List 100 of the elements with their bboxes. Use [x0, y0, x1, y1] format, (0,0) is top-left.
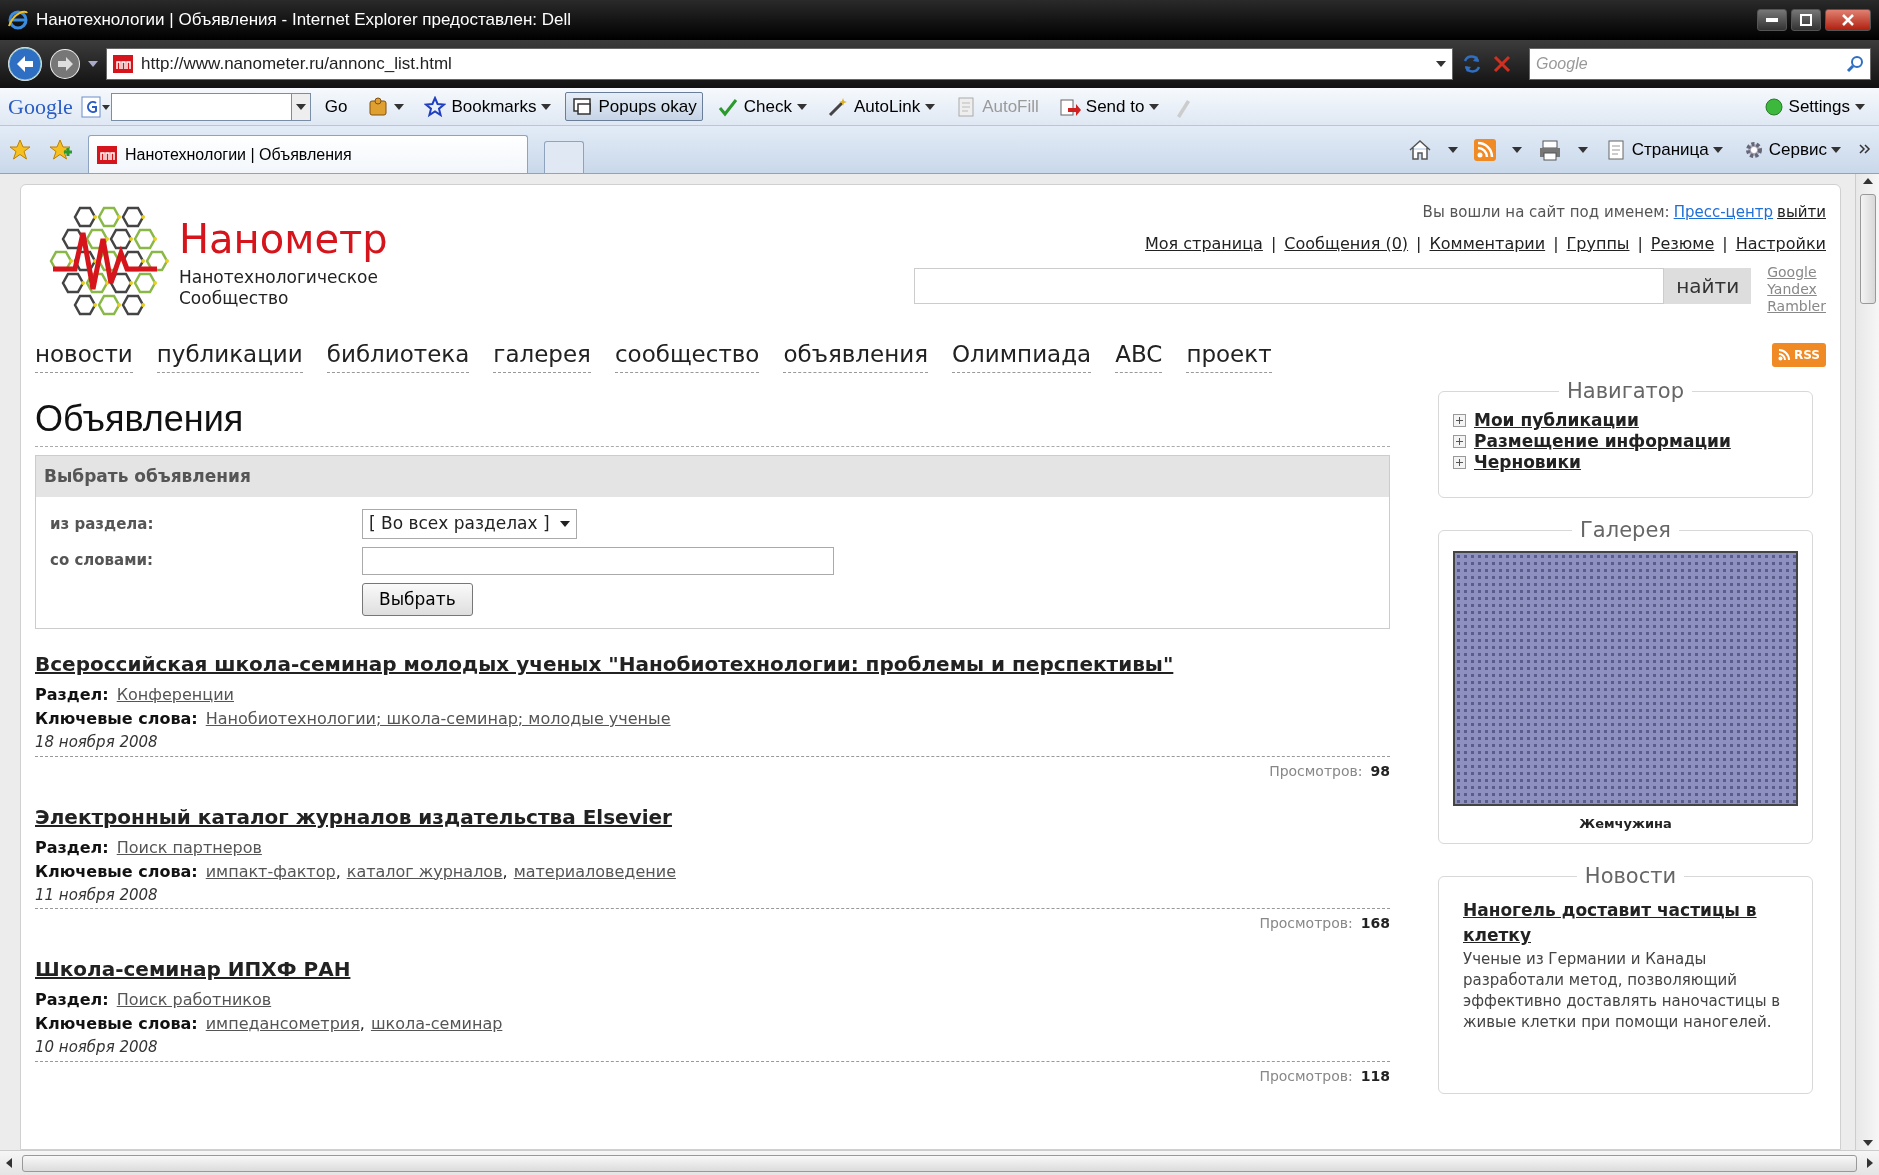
- scroll-left-icon[interactable]: [6, 1158, 12, 1168]
- user-menu-link[interactable]: Группы: [1566, 231, 1630, 256]
- forward-button[interactable]: [50, 49, 80, 79]
- nav-link[interactable]: Олимпиада: [952, 337, 1092, 373]
- user-menu-link[interactable]: Резюме: [1650, 231, 1715, 256]
- submit-button[interactable]: Выбрать: [362, 582, 473, 617]
- toolbar-button[interactable]: Send to: [1052, 91, 1166, 122]
- caret-icon[interactable]: [394, 103, 405, 110]
- add-favorite-icon[interactable]: [48, 137, 72, 162]
- separator-text: ,: [502, 860, 508, 883]
- command-button[interactable]: Сервис: [1740, 136, 1843, 163]
- nav-link[interactable]: новости: [35, 337, 133, 373]
- g-dropdown-icon[interactable]: [80, 95, 111, 118]
- browser-tab[interactable]: Нанотехнологии | Объявления: [88, 135, 528, 173]
- minimize-button[interactable]: [1757, 9, 1787, 31]
- user-menu-link[interactable]: Настройки: [1735, 231, 1826, 256]
- caret-icon[interactable]: [1436, 61, 1446, 67]
- caret-icon[interactable]: [1831, 146, 1841, 153]
- navigator-link[interactable]: Черновики: [1474, 451, 1581, 473]
- caret-icon[interactable]: [796, 103, 807, 110]
- close-icon: [1842, 14, 1854, 26]
- section-link[interactable]: Поиск работников: [116, 988, 272, 1013]
- scroll-down-icon[interactable]: [1862, 1140, 1873, 1146]
- keywords-label: Ключевые слова:: [35, 1013, 198, 1036]
- chevron-icon[interactable]: [1859, 143, 1871, 156]
- caret-icon[interactable]: [559, 520, 570, 527]
- home-icon[interactable]: [1407, 138, 1432, 161]
- caret-icon[interactable]: [1447, 146, 1458, 153]
- caret-icon[interactable]: [1149, 103, 1160, 110]
- back-button[interactable]: [8, 47, 42, 81]
- vertical-scrollbar[interactable]: [1855, 174, 1879, 1150]
- refresh-icon[interactable]: [1461, 53, 1483, 75]
- toolbar-button[interactable]: Bookmarks: [418, 91, 558, 122]
- navigator-link[interactable]: Размещение информации: [1474, 430, 1731, 452]
- caret-icon[interactable]: [1577, 146, 1588, 153]
- nav-link[interactable]: ABC: [1115, 337, 1163, 373]
- caret-icon[interactable]: [1855, 103, 1865, 110]
- dropdown-button[interactable]: [290, 92, 311, 121]
- caret-icon[interactable]: [541, 103, 552, 110]
- keyword-link[interactable]: каталог журналов: [346, 859, 503, 884]
- history-caret-icon[interactable]: [88, 61, 98, 67]
- printer-icon[interactable]: [1537, 138, 1562, 161]
- username-link[interactable]: Пресс-центр: [1673, 201, 1774, 224]
- announcement-title-link[interactable]: Всероссийская школа-семинар молодых ученых "Нанобиотехнологии: проблемы и перспективы": [35, 649, 1174, 680]
- section-select[interactable]: [ Во всех разделах ]: [362, 509, 577, 539]
- close-button[interactable]: [1825, 9, 1871, 31]
- favorites-star-icon[interactable]: [8, 137, 32, 162]
- keyword-link[interactable]: импедансометрия: [205, 1012, 360, 1037]
- search-engine-link[interactable]: Google: [1767, 263, 1826, 281]
- user-menu-link[interactable]: Сообщения (0): [1284, 231, 1409, 256]
- scroll-right-icon[interactable]: [1867, 1158, 1873, 1168]
- keyword-link[interactable]: Нанобиотехнологии; школа-семинар; молодые ученые: [205, 707, 671, 732]
- command-button[interactable]: Страница: [1603, 136, 1725, 163]
- stop-icon[interactable]: [1491, 53, 1513, 75]
- toolbar-button[interactable]: AutoLink: [820, 91, 942, 122]
- nav-link[interactable]: объявления: [783, 337, 928, 373]
- site-search-field[interactable]: [914, 267, 1665, 304]
- section-link[interactable]: Поиск партнеров: [116, 835, 262, 860]
- scroll-up-icon[interactable]: [1862, 178, 1873, 184]
- expand-icon[interactable]: [1453, 413, 1466, 427]
- expand-icon[interactable]: [1453, 434, 1466, 448]
- search-engine-link[interactable]: Yandex: [1767, 280, 1826, 298]
- nav-link[interactable]: публикации: [156, 337, 303, 373]
- caret-icon[interactable]: [1511, 146, 1522, 153]
- feed-icon: [1778, 348, 1790, 361]
- toolbar-button[interactable]: Check: [710, 91, 813, 122]
- horizontal-scrollbar[interactable]: [0, 1150, 1879, 1175]
- caret-icon[interactable]: [295, 103, 306, 110]
- keyword-link[interactable]: импакт-фактор: [205, 859, 336, 884]
- toolbar-button[interactable]: Popups okay: [565, 91, 703, 122]
- address-field[interactable]: http://www.nanometer.ru/annonc_list.html: [106, 48, 1453, 80]
- keyword-link[interactable]: материаловедение: [513, 859, 676, 884]
- news-title-link[interactable]: Наногель доставит частицы в клетку: [1463, 897, 1798, 949]
- section-link[interactable]: Конференции: [116, 683, 234, 708]
- section-label: Раздел:: [35, 684, 109, 707]
- scrollbar-thumb[interactable]: [22, 1154, 1857, 1172]
- logout-link[interactable]: выйти: [1777, 201, 1826, 224]
- scrollbar-thumb[interactable]: [1859, 194, 1876, 304]
- announcement-title-link[interactable]: Школа-семинар ИПХФ РАН: [35, 954, 351, 985]
- toolbar-logo[interactable]: Google: [8, 90, 73, 123]
- caret-icon[interactable]: [925, 103, 936, 110]
- nav-link[interactable]: галерея: [493, 337, 591, 373]
- navigator-link[interactable]: Мои публикации: [1474, 409, 1639, 431]
- nav-link[interactable]: сообщество: [614, 337, 760, 373]
- search-engine-link[interactable]: Rambler: [1767, 297, 1826, 315]
- user-menu-link[interactable]: Моя страница: [1145, 231, 1263, 256]
- keyword-link[interactable]: школа-семинар: [370, 1012, 503, 1037]
- keywords-input[interactable]: [362, 546, 834, 575]
- photo-placeholder[interactable]: [1453, 550, 1798, 806]
- go-button[interactable]: Go: [318, 91, 354, 122]
- nav-link[interactable]: проект: [1186, 337, 1272, 373]
- search-button[interactable]: найти: [1664, 267, 1752, 304]
- user-menu-link[interactable]: Комментарии: [1429, 231, 1546, 256]
- toolbar-search-field[interactable]: [110, 92, 291, 121]
- announcement-title-link[interactable]: Электронный каталог журналов издательства Elsevier: [35, 801, 672, 832]
- settings-button[interactable]: Settings: [1757, 91, 1871, 122]
- caret-icon[interactable]: [1712, 146, 1723, 153]
- nav-link[interactable]: библиотека: [326, 337, 470, 373]
- maximize-button[interactable]: [1791, 9, 1821, 31]
- expand-icon[interactable]: [1453, 455, 1466, 469]
